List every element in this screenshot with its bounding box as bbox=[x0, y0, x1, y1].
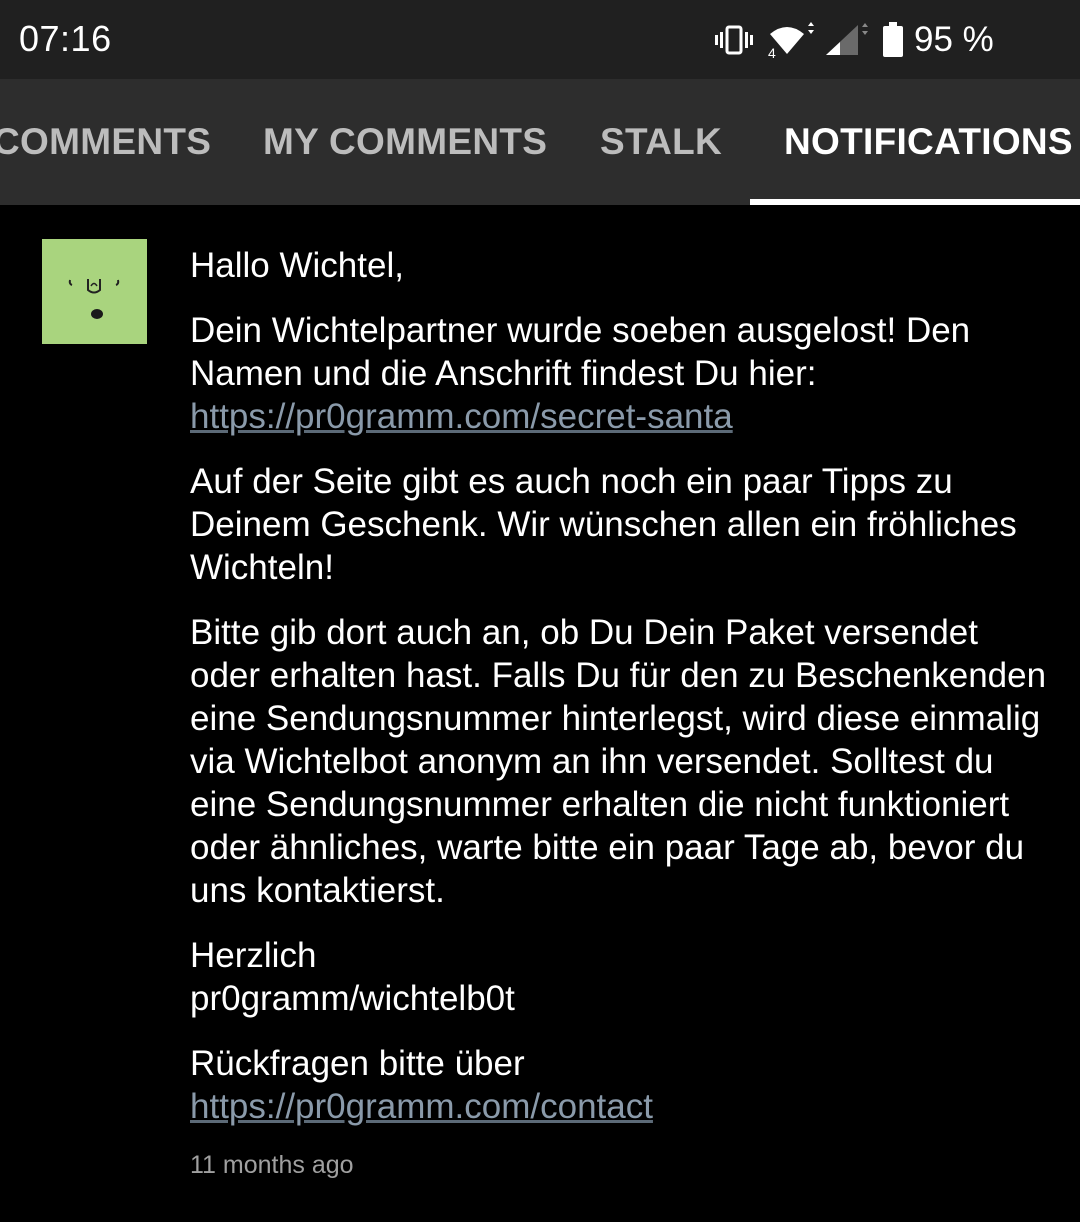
contact-link[interactable]: https://pr0gramm.com/contact bbox=[190, 1087, 653, 1126]
greeting: Hallo Wichtel, bbox=[190, 246, 404, 285]
tab-bar: COMMENTS MY COMMENTS STALK NOTIFICATIONS bbox=[0, 79, 1080, 205]
network-type-label: 4 bbox=[768, 45, 776, 58]
paragraph-contact: Rückfragen bitte über https://pr0gramm.c… bbox=[190, 1042, 1050, 1128]
avatar-face-icon bbox=[68, 279, 120, 319]
signal-icon bbox=[824, 23, 870, 57]
tab-notifications[interactable]: NOTIFICATIONS bbox=[784, 121, 1073, 163]
signature-greeting: Herzlich bbox=[190, 936, 317, 975]
notification-message: Hallo Wichtel, Dein Wichtelpartner wurde… bbox=[190, 244, 1050, 1150]
battery-percent: 95 % bbox=[914, 20, 994, 59]
active-tab-indicator bbox=[750, 199, 1080, 205]
paragraph-instructions: Bitte gib dort auch an, ob Du Dein Paket… bbox=[190, 613, 1047, 910]
secret-santa-link[interactable]: https://pr0gramm.com/secret-santa bbox=[190, 397, 733, 436]
tab-my-comments[interactable]: MY COMMENTS bbox=[263, 121, 547, 163]
status-bar: 07:16 4 95 % bbox=[0, 0, 1080, 79]
tab-stalk[interactable]: STALK bbox=[600, 121, 722, 163]
signature-sender: pr0gramm/wichtelb0t bbox=[190, 979, 515, 1018]
status-icons: 4 95 % bbox=[714, 18, 994, 62]
vibrate-icon bbox=[714, 24, 754, 56]
avatar[interactable] bbox=[42, 239, 147, 344]
signature: Herzlich pr0gramm/wichtelb0t bbox=[190, 934, 1050, 1020]
paragraph-partner: Dein Wichtelpartner wurde soeben ausgelo… bbox=[190, 309, 1050, 438]
contact-text: Rückfragen bitte über bbox=[190, 1044, 525, 1083]
tab-comments[interactable]: COMMENTS bbox=[0, 121, 211, 163]
wifi-icon: 4 bbox=[768, 22, 818, 58]
battery-icon bbox=[882, 22, 904, 58]
paragraph-partner-text: Dein Wichtelpartner wurde soeben ausgelo… bbox=[190, 311, 971, 393]
notification-timestamp: 11 months ago bbox=[190, 1151, 354, 1179]
paragraph-tips: Auf der Seite gibt es auch noch ein paar… bbox=[190, 462, 1017, 587]
status-time: 07:16 bbox=[19, 18, 112, 59]
